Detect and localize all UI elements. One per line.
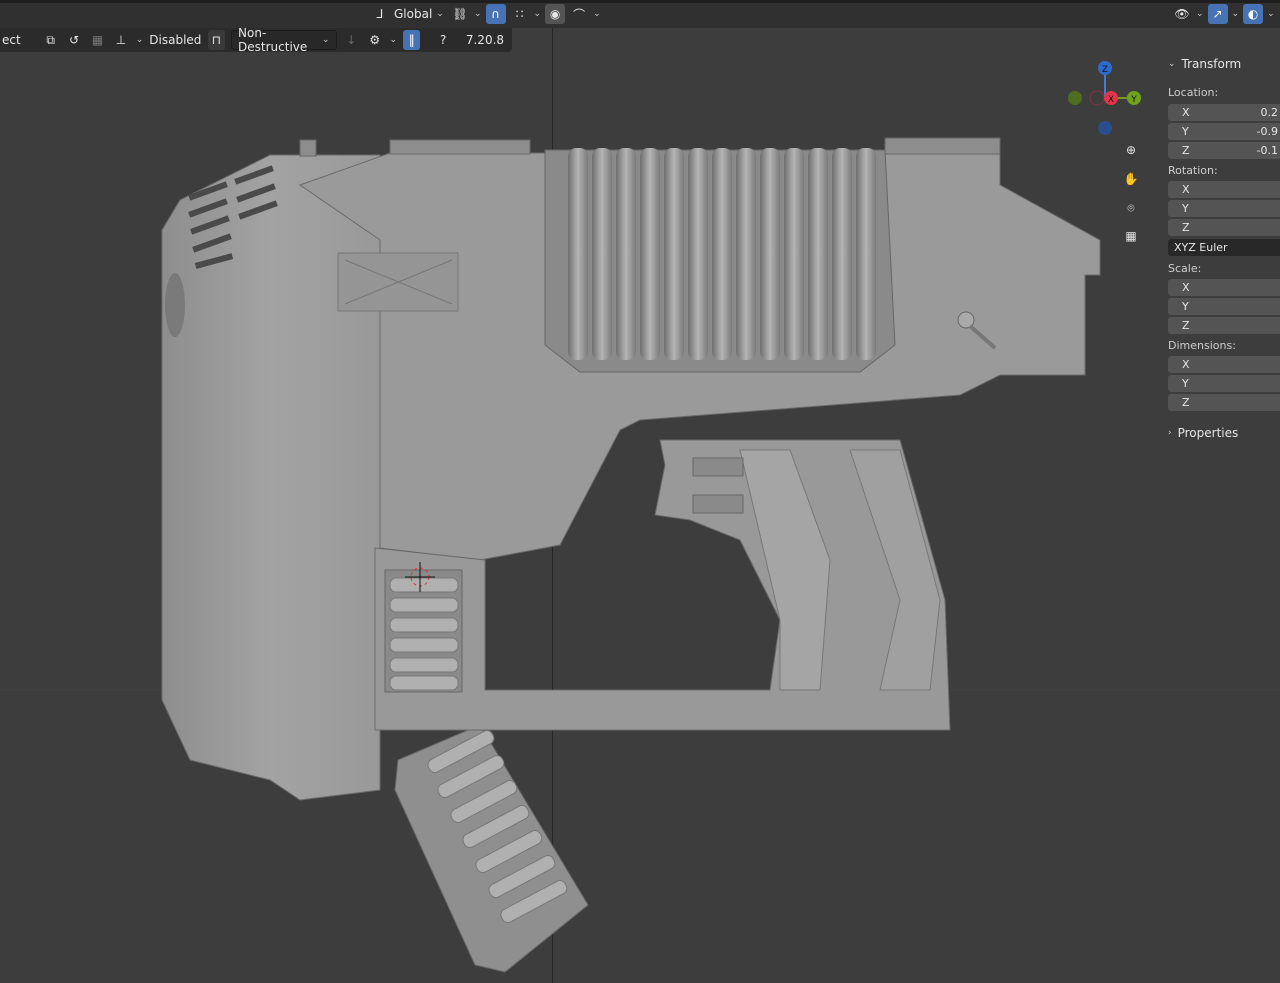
gizmo-z-label: Z <box>1102 65 1108 75</box>
axis-label: Y <box>1182 202 1189 215</box>
snap-status-label[interactable]: Disabled <box>149 30 201 50</box>
help-icon[interactable]: ? <box>434 30 451 50</box>
rotation-label: Rotation: <box>1168 164 1218 177</box>
location-label: Location: <box>1168 86 1219 99</box>
navigation-gizmo[interactable]: Z X Y <box>1065 58 1155 148</box>
chevron-down-icon: ⌄ <box>1231 9 1240 19</box>
3d-viewport[interactable]: ⅃ Global ⌄ ⛓ ⌄ ∩ ∷ ⌄ ◉ ⌒ ⌄ 👁 ⌄ ↗ ⌄ ◐ ⌄ e… <box>0 0 1280 983</box>
transform-orientation[interactable]: ⅃ Global ⌄ <box>370 3 444 25</box>
transform-title: Transform <box>1181 57 1242 71</box>
scale-z-field[interactable]: Z <box>1168 317 1280 334</box>
axis-label: X <box>1182 183 1190 196</box>
snap-target-icon[interactable]: ⊥ <box>112 30 129 50</box>
mode-label: ect <box>2 33 21 47</box>
location-x-field[interactable]: X 0.2 <box>1168 104 1280 121</box>
sidebar-n-panel: ⌄ Transform Location: X 0.2 Y -0.9 Z -0.1 R… <box>1160 52 1280 452</box>
dimensions-y-field[interactable]: Y <box>1168 375 1280 392</box>
chevron-right-icon: › <box>1168 428 1172 438</box>
settings-gear-icon[interactable]: ⚙ <box>366 30 383 50</box>
falloff-icon[interactable]: ⌒ <box>569 4 589 24</box>
axis-label: Z <box>1182 396 1190 409</box>
rotation-mode-value: XYZ Euler <box>1174 241 1228 254</box>
lock-icon[interactable]: ⊓ <box>207 30 226 50</box>
snap-magnet-icon[interactable]: ∩ <box>485 4 506 24</box>
snap-grid-icon[interactable]: ∷ <box>510 4 530 24</box>
pan-hand-icon[interactable]: ✋ <box>1119 167 1143 191</box>
overlays-toggle-icon[interactable]: ◐ <box>1243 4 1264 24</box>
axis-label: Z <box>1182 144 1190 157</box>
chevron-down-icon: ⌄ <box>593 9 601 19</box>
rotation-z-field[interactable]: Z <box>1168 219 1280 236</box>
chevron-down-icon: ⌄ <box>135 35 144 45</box>
version-label: 7.20.8 <box>465 33 505 47</box>
camera-view-icon[interactable]: ⌾ <box>1119 196 1143 220</box>
axis-label: X <box>1182 281 1190 294</box>
field-value: -0.1 <box>1256 144 1278 157</box>
axis-label: X <box>1182 358 1190 371</box>
chevron-down-icon: ⌄ <box>322 35 330 45</box>
gizmo-y-label: Y <box>1130 95 1137 105</box>
properties-title: Properties <box>1177 426 1239 440</box>
axis-label: Z <box>1182 221 1190 234</box>
dimensions-label: Dimensions: <box>1168 339 1236 352</box>
axis-label: Y <box>1182 300 1189 313</box>
checker-icon[interactable]: ▦ <box>89 30 106 50</box>
location-z-field[interactable]: Z -0.1 <box>1168 142 1280 159</box>
chevron-down-icon: ⌄ <box>1168 59 1176 69</box>
chevron-down-icon: ⌄ <box>1267 9 1275 19</box>
rotation-mode-dropdown[interactable]: XYZ Euler <box>1168 239 1280 256</box>
field-value: -0.9 <box>1256 125 1278 138</box>
tool-options-bar: ect ⧉ ↺ ▦ ⊥ ⌄ Disabled ⊓ Non-Destructive… <box>0 26 512 54</box>
chevron-down-icon: ⌄ <box>1196 9 1204 19</box>
orientation-label: Global <box>394 7 433 21</box>
location-y-field[interactable]: Y -0.9 <box>1168 123 1280 140</box>
orientation-icon: ⅃ <box>376 7 384 21</box>
axis-label: Y <box>1182 125 1189 138</box>
snap-controls: ⛓ ⌄ ∩ ∷ ⌄ ◉ ⌒ ⌄ <box>450 3 601 25</box>
gizmo-toggle-icon[interactable]: ↗ <box>1207 4 1228 24</box>
pause-icon[interactable]: ‖ <box>402 30 421 50</box>
lasso-icon[interactable]: ↺ <box>65 30 82 50</box>
axis-label: X <box>1182 106 1190 119</box>
dimensions-x-field[interactable]: X <box>1168 356 1280 373</box>
viewport-header <box>0 0 1280 28</box>
apply-icon[interactable]: ↓ <box>343 30 360 50</box>
scale-y-field[interactable]: Y <box>1168 298 1280 315</box>
pivot-icon[interactable]: ⛓ <box>450 4 470 24</box>
chevron-down-icon: ⌄ <box>474 9 482 19</box>
gizmo-x-label: X <box>1108 95 1114 105</box>
properties-panel-header[interactable]: › Properties <box>1168 426 1238 440</box>
scale-label: Scale: <box>1168 262 1202 275</box>
rotation-y-field[interactable]: Y <box>1168 200 1280 217</box>
chevron-down-icon: ⌄ <box>533 9 542 19</box>
scale-x-field[interactable]: X <box>1168 279 1280 296</box>
field-value: 0.2 <box>1260 106 1279 119</box>
perspective-grid-icon[interactable]: ▦ <box>1119 224 1143 248</box>
transform-panel-header[interactable]: ⌄ Transform <box>1168 57 1241 71</box>
chevron-down-icon: ⌄ <box>436 9 444 19</box>
mode-dropdown[interactable]: Non-Destructive ⌄ <box>231 26 337 54</box>
proportional-edit-icon[interactable]: ◉ <box>545 4 566 24</box>
select-box-icon[interactable]: ⧉ <box>42 30 59 50</box>
mode-dropdown-value: Non-Destructive <box>238 26 308 54</box>
dimensions-z-field[interactable]: Z <box>1168 394 1280 411</box>
visibility-icon[interactable]: 👁 <box>1172 4 1192 24</box>
axis-label: Y <box>1182 377 1189 390</box>
zoom-icon[interactable]: ⊕ <box>1119 138 1143 162</box>
chevron-down-icon: ⌄ <box>389 35 397 45</box>
overlay-controls: 👁 ⌄ ↗ ⌄ ◐ ⌄ <box>1172 3 1275 25</box>
axis-label: Z <box>1182 319 1190 332</box>
rotation-x-field[interactable]: X <box>1168 181 1280 198</box>
